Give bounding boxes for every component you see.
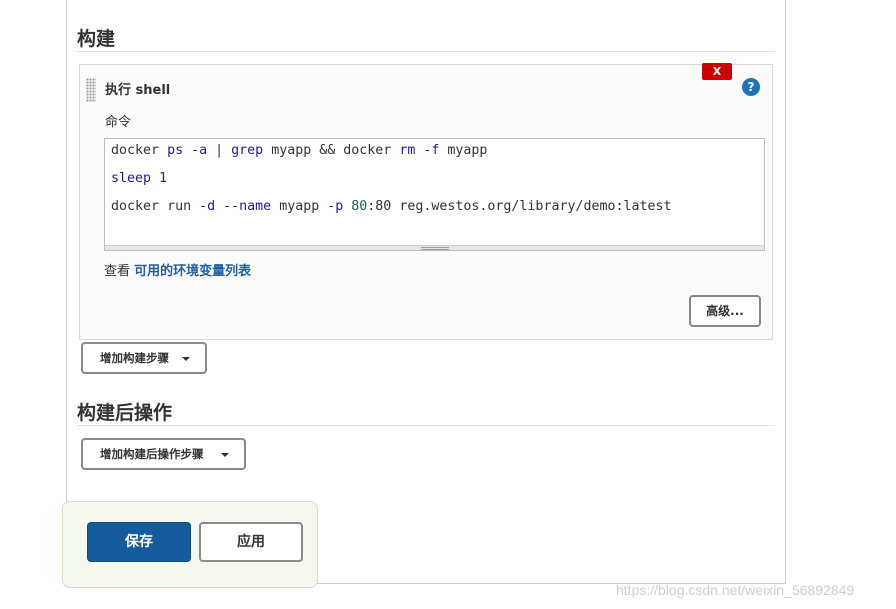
post-build-section-divider	[77, 425, 775, 426]
add-post-build-step-label: 增加构建后操作步骤	[100, 447, 204, 461]
apply-button[interactable]: 应用	[199, 522, 303, 562]
caret-down-icon	[182, 357, 190, 361]
command-line-1-text: docker ps -a | grep myapp && docker rm -…	[111, 143, 488, 158]
command-line-1: docker ps -a | grep myapp && docker rm -…	[111, 143, 487, 158]
caret-down-icon	[221, 453, 229, 457]
command-label: 命令	[105, 115, 132, 130]
env-vars-link[interactable]: 可用的环境变量列表	[134, 264, 251, 279]
delete-step-button[interactable]: X	[702, 63, 732, 80]
add-post-build-step-button[interactable]: 增加构建后操作步骤	[81, 438, 246, 470]
add-build-step-button[interactable]: 增加构建步骤	[81, 342, 207, 374]
command-line-3-text: docker run -d --name myapp -p 80:80 reg.…	[111, 199, 672, 214]
advanced-button[interactable]: 高级...	[689, 295, 761, 327]
watermark: https://blog.csdn.net/weixin_56892849	[616, 582, 855, 598]
command-editor[interactable]: docker ps -a | grep myapp && docker rm -…	[104, 138, 765, 251]
resize-grip-icon	[421, 247, 449, 250]
build-section-title: 构建	[77, 28, 116, 50]
help-icon[interactable]: ?	[742, 78, 760, 96]
post-build-section-title: 构建后操作	[77, 402, 173, 424]
close-icon: X	[712, 65, 722, 78]
command-line-3: docker run -d --name myapp -p 80:80 reg.…	[111, 199, 672, 214]
build-step-title: 执行 shell	[105, 83, 171, 98]
command-line-2-text: sleep 1	[111, 171, 168, 186]
command-line-2: sleep 1	[111, 171, 167, 186]
editor-resize-handle[interactable]	[105, 245, 764, 250]
env-hint-prefix: 查看	[104, 264, 135, 279]
drag-handle-icon[interactable]	[86, 78, 96, 102]
save-button[interactable]: 保存	[87, 522, 191, 562]
add-build-step-label: 增加构建步骤	[100, 351, 169, 365]
env-vars-hint: 查看 可用的环境变量列表	[104, 260, 251, 279]
build-section-divider	[77, 51, 775, 52]
